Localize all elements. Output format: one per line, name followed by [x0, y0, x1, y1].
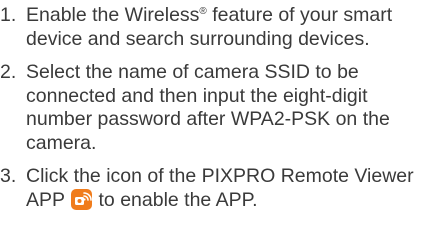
- step-2: 2. Select the name of camera SSID to be …: [0, 61, 432, 155]
- step-1: 1. Enable the Wireless® feature of your …: [0, 4, 432, 51]
- step-2-text: Select the name of camera SSID to be con…: [26, 61, 390, 154]
- step-1-text-start: Enable the Wireless: [26, 4, 200, 26]
- step-3-text: Click the icon of the PIXPRO Remote View…: [26, 165, 414, 211]
- registered-mark: ®: [199, 6, 207, 17]
- step-1-text: Enable the Wireless® feature of your sma…: [26, 4, 392, 50]
- instruction-steps: 1. Enable the Wireless® feature of your …: [0, 4, 432, 222]
- pixpro-remote-viewer-app-icon: [71, 188, 93, 210]
- step-1-number: 1.: [0, 4, 17, 26]
- step-3-text-end: to enable the APP.: [93, 188, 258, 211]
- step-2-number: 2.: [0, 61, 17, 83]
- step-3-number: 3.: [0, 165, 17, 187]
- step-3: 3. Click the icon of the PIXPRO Remote V…: [0, 165, 432, 212]
- wifi-camera-icon: [75, 191, 92, 205]
